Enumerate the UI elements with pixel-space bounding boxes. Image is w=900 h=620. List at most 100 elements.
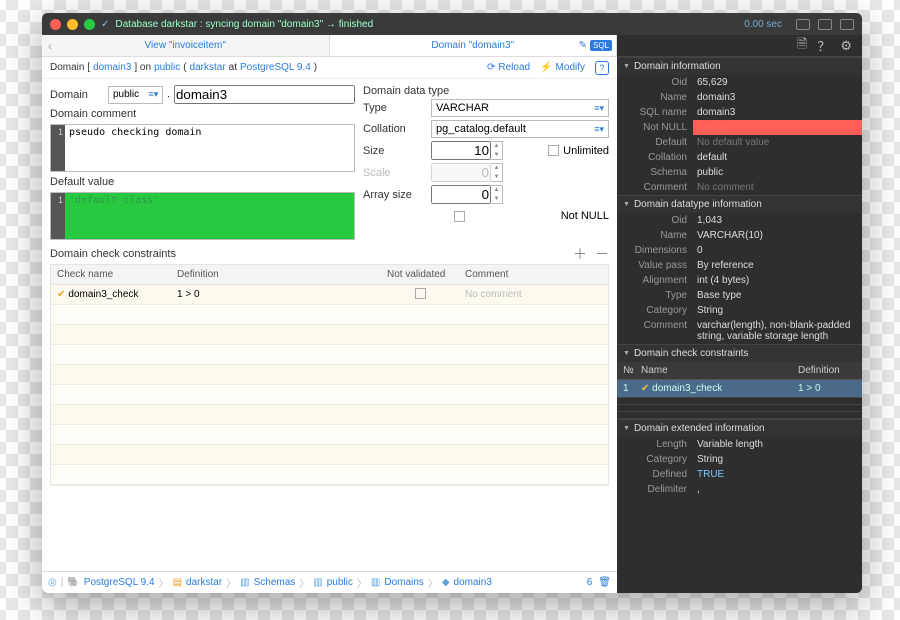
type-combo[interactable]: VARCHAR ≡▾ — [431, 99, 609, 117]
table-row — [51, 365, 608, 385]
domain-name-input[interactable] — [174, 85, 355, 104]
cell: 1 > 0 — [792, 380, 862, 397]
bc-text: at — [229, 62, 237, 73]
dropdown-icon: ≡▾ — [594, 103, 604, 114]
size-label: Size — [363, 145, 425, 157]
size-input[interactable] — [431, 141, 491, 160]
layout-bottom-icon[interactable] — [818, 19, 832, 30]
btn-label: Modify — [556, 62, 585, 73]
unlimited-checkbox[interactable] — [548, 145, 559, 156]
reload-button[interactable]: ⟳Reload — [487, 62, 530, 73]
v: String — [693, 452, 862, 467]
add-constraint-button[interactable]: ＋ — [573, 244, 587, 264]
k: Defined — [617, 467, 693, 482]
gear-icon[interactable]: ⚙ — [840, 38, 852, 54]
bc-item[interactable]: darkstar — [186, 577, 222, 588]
v: No comment — [693, 180, 862, 195]
table-row — [51, 345, 608, 365]
stepper[interactable]: ▲▼ — [491, 141, 503, 160]
stepper[interactable]: ▲▼ — [491, 185, 503, 204]
bc-db-link[interactable]: darkstar — [190, 62, 226, 73]
bc-item[interactable]: Domains — [384, 577, 423, 588]
col-notvalidated: Not validated — [381, 269, 459, 280]
layout-right-icon[interactable] — [840, 19, 854, 30]
bc-domain-link[interactable]: domain3 — [93, 62, 131, 73]
path-breadcrumb: ◎| 🐘PostgreSQL 9.4〉 ▤darkstar〉 ▥Schemas〉… — [42, 571, 617, 593]
k: Dimensions — [617, 243, 693, 258]
unlimited-label: Unlimited — [563, 145, 609, 157]
section-extended-info[interactable]: Domain extended information — [617, 420, 862, 437]
trash-icon[interactable]: 🗑 — [598, 577, 611, 588]
bc-item[interactable]: domain3 — [454, 577, 492, 588]
stepper: ▲▼ — [491, 163, 503, 182]
bc-item[interactable]: Schemas — [254, 577, 296, 588]
layout-toggles — [796, 19, 854, 30]
layout-left-icon[interactable] — [796, 19, 810, 30]
col-num: № — [617, 362, 635, 379]
constraints-header: Domain check constraints ＋ － — [50, 244, 609, 264]
k: Oid — [617, 213, 693, 228]
bc-item[interactable]: PostgreSQL 9.4 — [84, 577, 155, 588]
comment-text: pseudo checking domain — [65, 125, 354, 171]
datatype-header: Domain data type — [363, 85, 609, 97]
k: Length — [617, 437, 693, 452]
col-def: Definition — [171, 269, 381, 280]
folder-icon: ▥ — [371, 577, 380, 588]
tab-domain3[interactable]: Domain "domain3" ✎ SQL — [330, 35, 618, 56]
k: Type — [617, 288, 693, 303]
bc-conn-link[interactable]: PostgreSQL 9.4 — [240, 62, 311, 73]
collation-combo[interactable]: pg_catalog.default ≡▾ — [431, 120, 609, 138]
k: Schema — [617, 165, 693, 180]
close-window-button[interactable] — [50, 19, 61, 30]
default-editor[interactable]: 1 'default class' — [50, 192, 355, 240]
schema-icon: ▥ — [313, 577, 322, 588]
zoom-window-button[interactable] — [84, 19, 95, 30]
line-gutter: 1 — [51, 193, 65, 239]
notvalidated-checkbox[interactable] — [415, 288, 426, 299]
sync-status: Database darkstar : syncing domain "doma… — [115, 19, 373, 30]
k: SQL name — [617, 105, 693, 120]
section-datatype-info[interactable]: Domain datatype information — [617, 196, 862, 213]
check-icon: ✔ — [641, 383, 649, 394]
section-title: Domain check constraints — [50, 248, 176, 260]
v: TRUE — [693, 467, 862, 482]
notnull-label: Not NULL — [561, 210, 609, 222]
section-check-constraints[interactable]: Domain check constraints — [617, 345, 862, 362]
combo-value: pg_catalog.default — [436, 123, 526, 135]
table-row[interactable]: ✔domain3_check 1 > 0 No comment — [51, 285, 608, 305]
table-row[interactable]: 1 ✔ domain3_check 1 > 0 — [617, 380, 862, 398]
help-button[interactable]: ? — [595, 61, 609, 75]
k: Collation — [617, 150, 693, 165]
schema-combo[interactable]: public≡▾ — [108, 86, 163, 104]
db-icon: 🐘 — [67, 577, 79, 588]
edit-icon[interactable]: ✎ — [579, 40, 587, 51]
page-icon[interactable]: 🗎 — [797, 35, 807, 57]
cell: 1 — [617, 380, 635, 397]
arraysize-input[interactable] — [431, 185, 491, 204]
table-row — [51, 465, 608, 485]
table-row — [51, 385, 608, 405]
bc-schema-link[interactable]: public — [154, 62, 180, 73]
app-window: ✓ Database darkstar : syncing domain "do… — [42, 13, 862, 593]
bc-text: ( — [183, 62, 186, 73]
notnull-checkbox[interactable] — [454, 211, 465, 222]
editor-tabs: ‹ View "invoiceitem" Domain "domain3" ✎ … — [42, 35, 617, 57]
dropdown-icon: ≡▾ — [594, 124, 604, 135]
k: Not NULL — [617, 120, 693, 135]
sql-toggle[interactable]: SQL — [590, 40, 612, 51]
minimize-window-button[interactable] — [67, 19, 78, 30]
tab-invoiceitem[interactable]: ‹ View "invoiceitem" — [42, 35, 330, 56]
combo-value: VARCHAR — [436, 102, 489, 114]
v: domain3 — [693, 90, 862, 105]
v: By reference — [693, 258, 862, 273]
remove-constraint-button[interactable]: － — [595, 244, 609, 264]
section-domain-info[interactable]: Domain information — [617, 58, 862, 75]
traffic-lights — [50, 19, 95, 30]
k: Default — [617, 135, 693, 150]
help-icon[interactable]: ？ — [817, 36, 830, 55]
comment-editor[interactable]: 1 pseudo checking domain — [50, 124, 355, 172]
modify-button[interactable]: ⚡Modify — [540, 62, 585, 73]
home-icon[interactable]: ◎ — [48, 577, 57, 588]
bc-item[interactable]: public — [327, 577, 353, 588]
v: Variable length — [693, 437, 862, 452]
